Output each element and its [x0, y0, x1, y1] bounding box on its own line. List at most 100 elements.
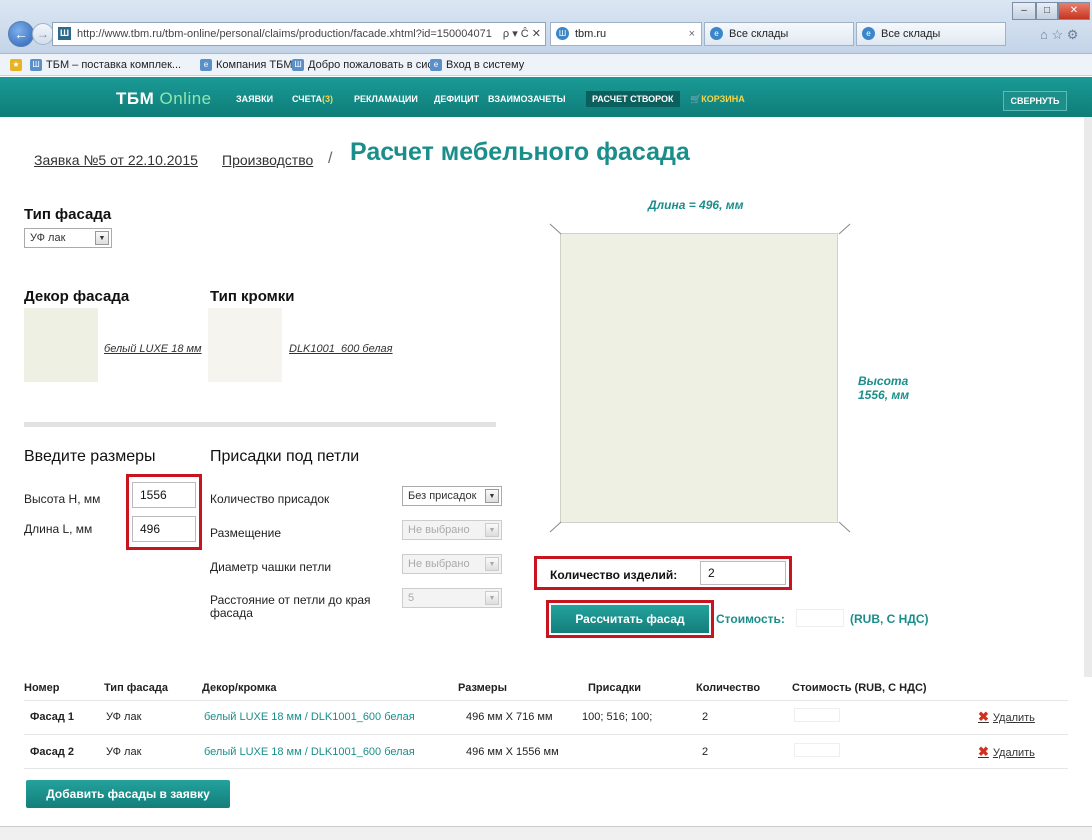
col-header-qty: Количество — [696, 682, 761, 694]
length-input[interactable]: 496 — [132, 516, 196, 542]
hinge-count-label: Количество присадок — [210, 492, 330, 506]
distance-select[interactable]: 5 ▼ — [402, 588, 502, 608]
sizes-heading: Введите размеры — [24, 448, 156, 465]
page-title: Расчет мебельного фасада — [350, 138, 690, 166]
site-logo[interactable]: ТБМ Online — [116, 89, 212, 109]
preview-height-text: Высота 1556, мм — [858, 374, 910, 402]
row1-delete-link[interactable]: ✖ Удалить — [978, 709, 1035, 725]
address-bar[interactable]: Ш http://www.tbm.ru/tbm-online/personal/… — [52, 22, 546, 46]
tab-all-stores-1[interactable]: e Все склады — [704, 22, 854, 46]
back-button[interactable]: ← — [8, 21, 34, 47]
col-header-decor: Декор/кромка — [202, 682, 277, 694]
row1-cost — [794, 708, 840, 722]
forward-button[interactable]: → — [32, 23, 54, 45]
edge-link[interactable]: DLK1001_600 белая — [289, 343, 393, 355]
row2-cost — [794, 743, 840, 757]
row1-size: 496 мм X 716 мм — [466, 711, 553, 723]
row-divider — [24, 768, 1068, 769]
tab-tbm[interactable]: Ш tbm.ru × — [550, 22, 702, 46]
breadcrumb-order[interactable]: Заявка №5 от 22.10.2015 — [34, 152, 198, 168]
preview-length-text: Длина = 496, мм — [648, 198, 744, 212]
facade-type-heading: Тип фасада — [24, 206, 112, 223]
breadcrumb-production[interactable]: Производство — [222, 152, 313, 168]
chevron-down-icon: ▼ — [485, 591, 499, 605]
row1-number: Фасад 1 — [30, 711, 75, 723]
preview-corner-lines — [549, 223, 851, 533]
row1-drill: 100; 516; 100; — [582, 711, 653, 723]
menu-item-complaints[interactable]: РЕКЛАМАЦИИ — [354, 94, 418, 104]
fav-item-3[interactable]: Ш Добро пожаловать в сис... — [292, 54, 442, 76]
facade-type-select[interactable]: УФ лак ▼ — [24, 228, 112, 248]
collapse-button[interactable]: СВЕРНУТЬ — [1003, 91, 1067, 111]
chevron-down-icon: ▼ — [485, 489, 499, 503]
decor-swatch[interactable] — [24, 308, 98, 382]
col-header-size: Размеры — [458, 682, 508, 694]
decor-link[interactable]: белый LUXE 18 мм — [104, 343, 202, 355]
placement-label: Размещение — [210, 526, 281, 540]
menu-item-claims[interactable]: ЗАЯВКИ — [236, 94, 273, 104]
edge-swatch[interactable] — [208, 308, 282, 382]
placement-select[interactable]: Не выбрано ▼ — [402, 520, 502, 540]
address-url: http://www.tbm.ru/tbm-online/personal/cl… — [77, 28, 492, 40]
cost-value — [796, 609, 844, 627]
row-divider — [24, 734, 1068, 735]
cup-diameter-select[interactable]: Не выбрано ▼ — [402, 554, 502, 574]
menu-item-cart[interactable]: 🛒КОРЗИНА — [690, 94, 745, 105]
decor-heading: Декор фасада — [24, 288, 130, 305]
row-divider — [24, 700, 1068, 701]
delete-x-icon: ✖ — [978, 744, 989, 759]
chevron-down-icon: ▼ — [95, 231, 109, 245]
cost-label: Стоимость: — [716, 612, 785, 626]
close-window-icon[interactable]: ✕ — [1058, 2, 1090, 20]
fav-item-1[interactable]: Ш ТБМ – поставка комплек... — [30, 54, 181, 76]
row1-qty: 2 — [702, 711, 709, 723]
home-star-gear-icons[interactable]: ⌂ ☆ ⚙ — [1040, 27, 1078, 43]
menu-item-offsets[interactable]: ВЗАИМОЗАЧЕТЫ — [488, 94, 566, 104]
row2-delete-link[interactable]: ✖ Удалить — [978, 744, 1035, 760]
col-header-number: Номер — [24, 682, 60, 694]
fav-icon: Ш — [30, 59, 42, 71]
row1-type: УФ лак — [106, 711, 142, 723]
row2-number: Фасад 2 — [30, 746, 75, 758]
menu-item-invoices[interactable]: СЧЕТА(3) — [292, 94, 333, 104]
fav-item-4[interactable]: e Вход в систему — [430, 54, 524, 76]
ie-icon: e — [862, 27, 875, 40]
chevron-down-icon: ▼ — [485, 557, 499, 571]
fav-item-2[interactable]: e Компания ТБМ — [200, 54, 293, 76]
row2-decor[interactable]: белый LUXE 18 мм / DLK1001_600 белая — [204, 746, 415, 758]
chevron-down-icon: ▼ — [485, 523, 499, 537]
hinges-heading: Присадки под петли — [210, 448, 360, 465]
row1-decor[interactable]: белый LUXE 18 мм / DLK1001_600 белая — [204, 711, 415, 723]
height-input[interactable]: 1556 — [132, 482, 196, 508]
cost-unit: (RUB, С НДС) — [850, 612, 929, 626]
row2-size: 496 мм X 1556 мм — [466, 746, 559, 758]
row2-type: УФ лак — [106, 746, 142, 758]
ie-icon: e — [430, 59, 442, 71]
cart-icon: 🛒 — [690, 94, 702, 104]
address-controls[interactable]: ρ ▾ Ĉ ✕ — [498, 23, 541, 45]
tab-favicon-icon: Ш — [556, 27, 569, 40]
maximize-icon[interactable]: □ — [1036, 2, 1058, 20]
menu-item-calc-sashes[interactable]: РАСЧЕТ СТВОРОК — [586, 91, 680, 107]
tab-all-stores-2[interactable]: e Все склады — [856, 22, 1006, 46]
calculate-facade-button[interactable]: Рассчитать фасад — [551, 605, 709, 633]
add-facades-button[interactable]: Добавить фасады в заявку — [26, 780, 230, 808]
edge-heading: Тип кромки — [210, 288, 295, 305]
horizontal-scrollbar[interactable] — [0, 826, 1092, 840]
quantity-label: Количество изделий: — [550, 568, 678, 582]
col-header-type: Тип фасада — [104, 682, 168, 694]
site-favicon-icon: Ш — [58, 27, 71, 40]
menu-item-deficit[interactable]: ДЕФИЦИТ — [434, 94, 479, 104]
favorites-bar: ★ Ш ТБМ – поставка комплек... e Компания Т… — [0, 54, 1092, 76]
ie-icon: e — [710, 27, 723, 40]
delete-x-icon: ✖ — [978, 709, 989, 724]
close-tab-icon[interactable]: × — [689, 23, 695, 45]
quantity-input[interactable]: 2 — [700, 561, 786, 585]
col-header-cost: Стоимость (RUB, С НДС) — [792, 682, 927, 694]
distance-label: Расстояние от петли до края фасада — [210, 593, 371, 620]
section-divider — [24, 422, 496, 427]
hinge-count-select[interactable]: Без присадок ▼ — [402, 486, 502, 506]
page-scrollbar[interactable] — [1084, 117, 1092, 677]
col-header-drill: Присадки — [588, 682, 642, 694]
minimize-icon[interactable]: – — [1012, 2, 1036, 20]
